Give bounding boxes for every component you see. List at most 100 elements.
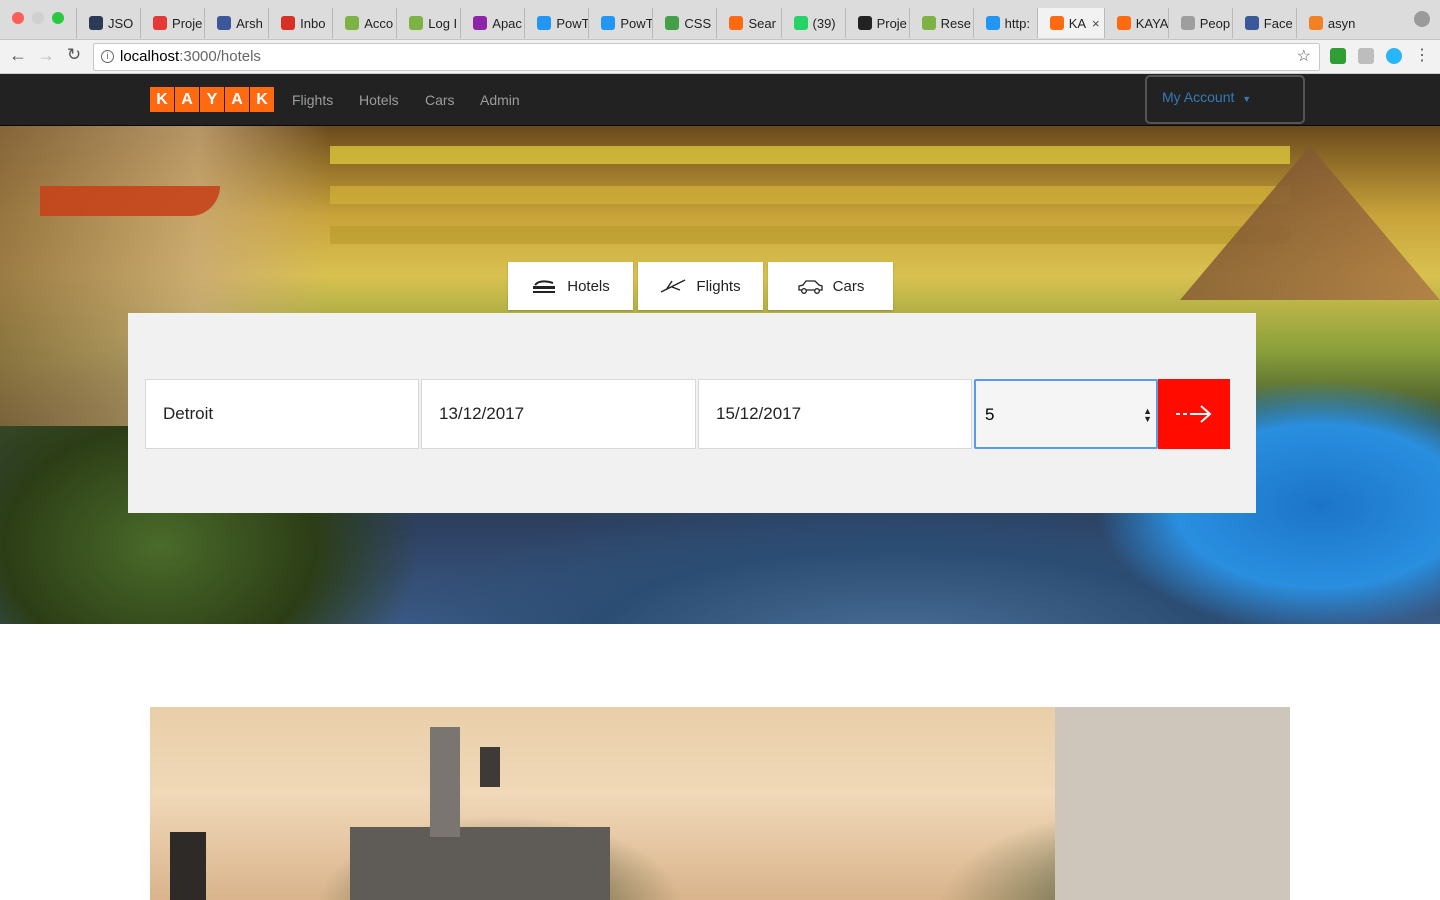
extension-globe-icon[interactable] xyxy=(1386,48,1402,64)
tab-favicon-icon xyxy=(985,16,1000,30)
site-navbar: KAYAK Flights Hotels Cars Admin My Accou… xyxy=(0,74,1440,126)
tab-favicon-icon xyxy=(217,16,232,30)
tab-title: Peop xyxy=(1199,15,1231,31)
tab-title: KAYA xyxy=(1135,15,1168,31)
url-host: localhost xyxy=(120,48,180,65)
tab-title: Rese xyxy=(940,15,971,31)
tab-favicon-icon xyxy=(153,16,168,30)
kayak-logo[interactable]: KAYAK xyxy=(150,87,275,112)
tab-hotels[interactable]: Hotels xyxy=(508,262,633,310)
back-icon[interactable]: ← xyxy=(6,45,30,66)
tab-title: Inbo xyxy=(300,15,326,31)
browser-tab[interactable]: Face xyxy=(1231,8,1296,38)
search-submit-button[interactable] xyxy=(1158,379,1230,449)
minimize-window-icon[interactable] xyxy=(32,12,44,24)
nav-cars[interactable]: Cars xyxy=(425,92,455,108)
logo-letter: A xyxy=(175,87,199,112)
tab-title: Arsh xyxy=(236,15,263,31)
browser-tab[interactable]: Peop xyxy=(1167,8,1232,38)
checkin-date-input[interactable]: 13/12/2017 xyxy=(421,379,696,449)
browser-tab[interactable]: Rese xyxy=(908,8,973,38)
browser-tab[interactable]: KAYA xyxy=(1103,8,1168,38)
tab-favicon-icon xyxy=(665,16,680,30)
close-window-icon[interactable] xyxy=(12,12,24,24)
tab-favicon-icon xyxy=(473,16,488,30)
browser-tab[interactable]: CSS xyxy=(652,8,716,38)
city-promo-image xyxy=(150,707,1290,900)
chrome-menu-icon[interactable]: ⋮ xyxy=(1410,45,1434,65)
forward-icon[interactable]: → xyxy=(34,45,58,66)
tab-cars-label: Cars xyxy=(832,277,865,295)
maximize-window-icon[interactable] xyxy=(52,12,64,24)
browser-tab[interactable]: http: xyxy=(972,8,1037,38)
browser-tab[interactable]: PowT xyxy=(588,8,652,38)
browser-tabs: JSO Proje Arsh Inbo Acco Log I Apac PowT PowT CSS… xyxy=(76,8,1360,40)
tab-favicon-icon xyxy=(409,16,424,30)
browser-tab[interactable]: PowT xyxy=(524,8,588,38)
airplane-icon xyxy=(661,279,686,293)
browser-tab[interactable]: KA × xyxy=(1036,8,1104,38)
tab-favicon-icon xyxy=(921,16,936,30)
browser-tab[interactable]: JSO xyxy=(76,8,140,38)
tab-title: http: xyxy=(1004,15,1030,31)
browser-tab[interactable]: (39) xyxy=(780,8,845,38)
tab-hotels-label: Hotels xyxy=(567,277,610,295)
address-bar[interactable]: i localhost:3000/hotels ☆ xyxy=(93,43,1320,71)
tab-favicon-icon xyxy=(601,16,616,30)
bookmark-star-icon[interactable]: ☆ xyxy=(1297,44,1311,70)
logo-letter: Y xyxy=(200,87,224,112)
guests-number-input[interactable]: 5 ▲ ▼ xyxy=(974,379,1158,449)
checkout-date-input[interactable]: 15/12/2017 xyxy=(698,379,972,449)
tab-title: Log I xyxy=(428,15,458,31)
tab-title: asyn xyxy=(1327,15,1356,31)
tab-flights[interactable]: Flights xyxy=(638,262,763,310)
tab-favicon-icon xyxy=(537,16,552,30)
info-icon[interactable]: i xyxy=(101,50,114,63)
caret-down-icon: ▼ xyxy=(1242,94,1252,104)
tab-title: Apac xyxy=(492,15,522,31)
close-tab-icon[interactable]: × xyxy=(1092,16,1100,31)
destination-value: Detroit xyxy=(163,404,214,423)
tab-title: PowT xyxy=(620,15,653,31)
tab-title: (39) xyxy=(812,15,836,31)
tab-favicon-icon xyxy=(1049,16,1064,30)
hotel-bed-icon xyxy=(533,280,556,293)
profile-icon[interactable] xyxy=(1414,11,1430,27)
nav-hotels[interactable]: Hotels xyxy=(359,92,399,108)
browser-tab[interactable]: Log I xyxy=(396,8,460,38)
nav-admin[interactable]: Admin xyxy=(480,92,520,108)
browser-tab[interactable]: Inbo xyxy=(268,8,332,38)
browser-tab[interactable]: Proje xyxy=(140,8,204,38)
tab-title: PowT xyxy=(556,15,589,31)
extension-icon[interactable] xyxy=(1358,48,1374,64)
browser-tab[interactable]: asyn xyxy=(1295,8,1360,38)
tab-favicon-icon xyxy=(1308,16,1323,30)
logo-letter: K xyxy=(150,87,174,112)
tab-cars[interactable]: Cars xyxy=(768,262,893,310)
url-path: :3000/hotels xyxy=(179,48,261,65)
browser-tab[interactable]: Arsh xyxy=(204,8,268,38)
tab-favicon-icon xyxy=(89,16,103,30)
browser-tab-strip: JSO Proje Arsh Inbo Acco Log I Apac PowT PowT CSS… xyxy=(0,0,1440,40)
tab-title: Acco xyxy=(364,15,394,31)
tab-favicon-icon xyxy=(793,16,808,30)
browser-toolbar: ← → ↻ i localhost:3000/hotels ☆ ⋮ xyxy=(0,40,1440,74)
my-account-label: My Account xyxy=(1162,89,1235,105)
reload-icon[interactable]: ↻ xyxy=(62,45,86,65)
cors-extension-icon[interactable] xyxy=(1330,48,1346,64)
destination-input[interactable]: Detroit xyxy=(145,379,419,449)
tab-flights-label: Flights xyxy=(696,277,741,295)
tab-title: Proje xyxy=(876,15,907,31)
browser-tab[interactable]: Acco xyxy=(332,8,396,38)
my-account-dropdown[interactable]: My Account ▼ xyxy=(1145,75,1305,124)
stepper-arrows-icon[interactable]: ▲ ▼ xyxy=(1143,407,1152,424)
tab-title: JSO xyxy=(108,15,134,31)
tab-favicon-icon xyxy=(1244,16,1259,30)
nav-flights[interactable]: Flights xyxy=(292,92,333,108)
browser-tab[interactable]: Sear xyxy=(716,8,780,38)
browser-tab[interactable]: Proje xyxy=(844,8,909,38)
checkout-value: 15/12/2017 xyxy=(716,404,802,423)
browser-tab[interactable]: Apac xyxy=(460,8,524,38)
car-icon xyxy=(798,280,823,294)
tab-favicon-icon xyxy=(1116,16,1131,30)
